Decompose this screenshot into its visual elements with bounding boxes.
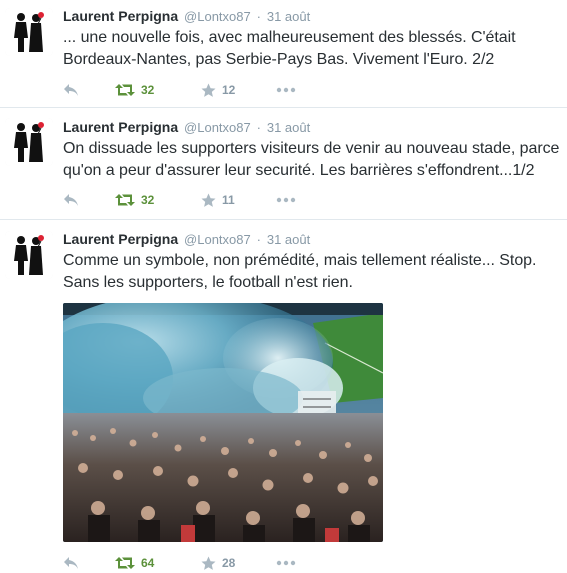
tweet-text: ... une nouvelle fois, avec malheureusem… (63, 27, 563, 71)
reply-button[interactable] (63, 193, 115, 207)
retweet-button[interactable]: 32 (115, 193, 201, 207)
avatar[interactable] (5, 8, 53, 56)
author-handle[interactable]: @Lontxo87 (184, 9, 251, 24)
tweet-date[interactable]: 31 août (267, 232, 310, 247)
reply-icon (64, 84, 78, 96)
tweet-photo[interactable] (63, 303, 383, 542)
avatar-silhouette-icon (5, 231, 53, 279)
favorite-button[interactable]: 11 (201, 193, 276, 208)
stadium-smoke-photo (63, 303, 383, 542)
author-handle[interactable]: @Lontxo87 (184, 232, 251, 247)
tweet-header: Laurent Perpigna @Lontxo87 · 31 août (63, 6, 563, 27)
tweet-header: Laurent Perpigna @Lontxo87 · 31 août (63, 229, 563, 250)
tweet[interactable]: Laurent Perpigna @Lontxo87 · 31 août ...… (0, 0, 567, 108)
favorite-button[interactable]: 12 (201, 83, 276, 98)
tweet-text-line: Comme un symbole, non prémédité, mais te… (63, 252, 537, 269)
author-name[interactable]: Laurent Perpigna (63, 231, 178, 247)
reply-icon (64, 557, 78, 569)
favorite-count: 28 (222, 556, 236, 570)
retweet-icon (115, 84, 135, 96)
reply-button[interactable] (63, 83, 115, 97)
tweet-date[interactable]: 31 août (267, 120, 310, 135)
more-dots-icon (276, 560, 296, 566)
retweet-count: 32 (141, 193, 155, 207)
favorite-count: 12 (222, 83, 236, 97)
tweet-actions: 32 11 (63, 190, 306, 210)
retweet-count: 64 (141, 556, 155, 570)
tweet-actions: 64 28 (63, 553, 306, 573)
timeline: Laurent Perpigna @Lontxo87 · 31 août ...… (0, 0, 567, 573)
more-button[interactable] (276, 197, 306, 203)
favorite-button[interactable]: 28 (201, 556, 276, 571)
retweet-button[interactable]: 32 (115, 83, 201, 97)
more-button[interactable] (276, 560, 306, 566)
tweet-text-line: ... une nouvelle fois, avec malheureusem… (63, 29, 516, 46)
tweet-text-line: Sans les supporters, le football n'est r… (63, 274, 353, 291)
avatar[interactable] (5, 231, 53, 279)
star-icon (201, 83, 216, 97)
reply-icon (64, 194, 78, 206)
tweet-text-line: qu'on a peur d'assurer leur securité. Le… (63, 162, 535, 179)
more-dots-icon (276, 197, 296, 203)
separator: · (256, 232, 261, 247)
retweet-button[interactable]: 64 (115, 556, 201, 570)
avatar[interactable] (5, 118, 53, 166)
tweet-text-line: Bordeaux-Nantes, pas Serbie-Pays Bas. Vi… (63, 51, 495, 68)
author-name[interactable]: Laurent Perpigna (63, 119, 178, 135)
retweet-icon (115, 557, 135, 569)
star-icon (201, 556, 216, 570)
retweet-icon (115, 194, 135, 206)
retweet-count: 32 (141, 83, 155, 97)
star-icon (201, 193, 216, 207)
tweet-date[interactable]: 31 août (267, 9, 310, 24)
reply-button[interactable] (63, 556, 115, 570)
tweet[interactable]: Laurent Perpigna @Lontxo87 · 31 août Com… (0, 220, 567, 573)
author-name[interactable]: Laurent Perpigna (63, 8, 178, 24)
avatar-silhouette-icon (5, 118, 53, 166)
author-handle[interactable]: @Lontxo87 (184, 120, 251, 135)
tweet-text-line: On dissuade les supporters visiteurs de … (63, 140, 560, 157)
separator: · (256, 9, 261, 24)
tweet-text: Comme un symbole, non prémédité, mais te… (63, 250, 563, 294)
more-button[interactable] (276, 87, 306, 93)
tweet-text: On dissuade les supporters visiteurs de … (63, 138, 563, 182)
tweet-actions: 32 12 (63, 80, 306, 100)
favorite-count: 11 (222, 193, 235, 207)
tweet-header: Laurent Perpigna @Lontxo87 · 31 août (63, 117, 563, 138)
avatar-silhouette-icon (5, 8, 53, 56)
separator: · (256, 120, 261, 135)
more-dots-icon (276, 87, 296, 93)
tweet[interactable]: Laurent Perpigna @Lontxo87 · 31 août On … (0, 108, 567, 220)
